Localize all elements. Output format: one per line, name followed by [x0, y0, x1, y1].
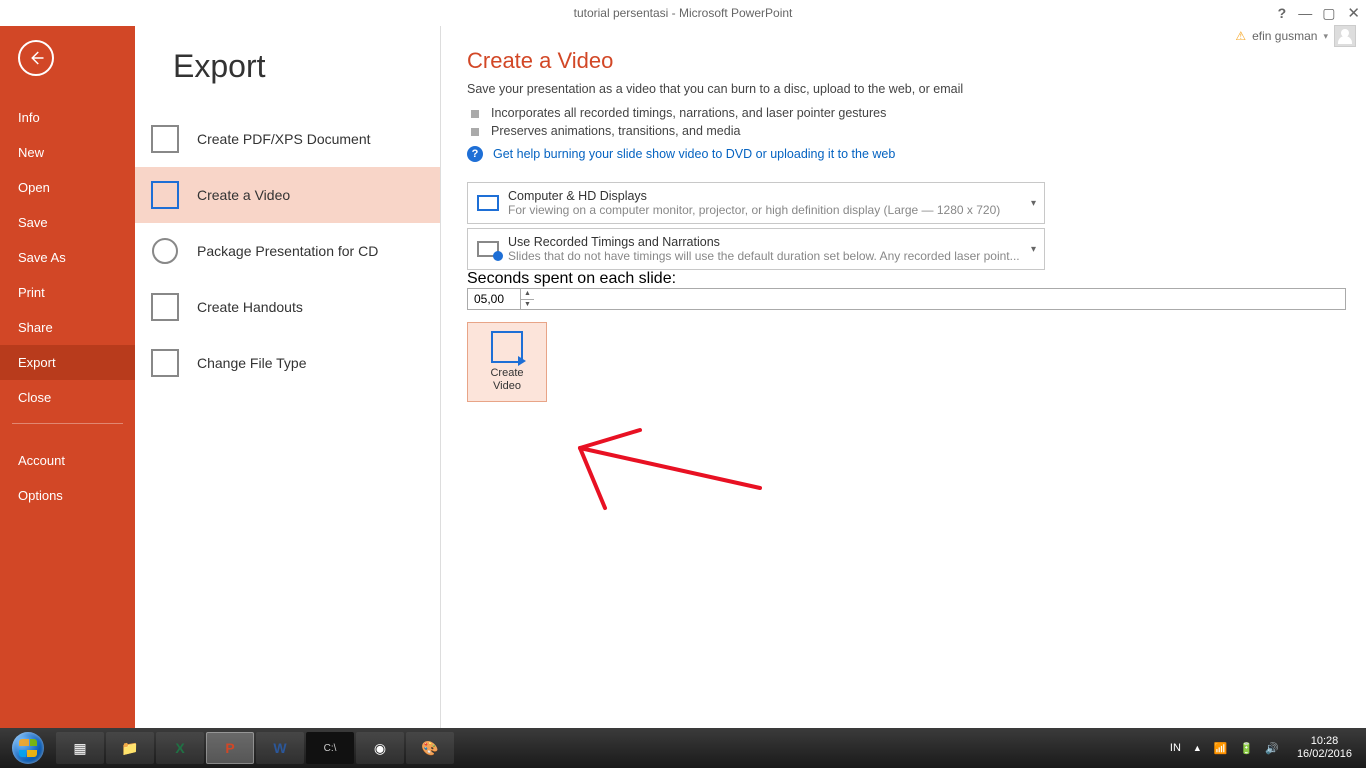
dropdown-title: Use Recorded Timings and Narrations	[508, 235, 1044, 249]
export-option-label: Create Handouts	[197, 299, 303, 315]
backstage-sidebar: Info New Open Save Save As Print Share E…	[0, 26, 135, 728]
taskbar-cmd[interactable]: C:\	[306, 732, 354, 764]
export-option-handouts[interactable]: Create Handouts	[135, 279, 440, 335]
sidebar-item-print[interactable]: Print	[0, 275, 135, 310]
export-option-pdf[interactable]: Create PDF/XPS Document	[135, 111, 440, 167]
windows-orb-icon	[12, 732, 44, 764]
network-icon[interactable]: 📶	[1214, 742, 1228, 755]
back-button[interactable]	[18, 40, 54, 76]
dropdown-title: Computer & HD Displays	[508, 189, 1044, 203]
detail-description: Save your presentation as a video that y…	[467, 82, 1346, 96]
sidebar-item-options[interactable]: Options	[0, 478, 135, 513]
taskbar-paint[interactable]: 🎨	[406, 732, 454, 764]
page-title: Export	[173, 48, 440, 85]
input-language[interactable]: IN	[1170, 742, 1181, 754]
handouts-icon	[149, 291, 181, 323]
cd-icon	[149, 235, 181, 267]
window-title: tutorial persentasi - Microsoft PowerPoi…	[0, 6, 1366, 20]
dropdown-subtitle: For viewing on a computer monitor, proje…	[508, 203, 1044, 217]
export-option-label: Create a Video	[197, 187, 290, 203]
export-option-package-cd[interactable]: Package Presentation for CD	[135, 223, 440, 279]
volume-icon[interactable]: 🔊	[1265, 742, 1279, 755]
start-button[interactable]	[4, 728, 52, 768]
sidebar-item-share[interactable]: Share	[0, 310, 135, 345]
tray-chevron-icon[interactable]: ▲	[1193, 743, 1202, 753]
sidebar-item-account[interactable]: Account	[0, 443, 135, 478]
warning-icon: ⚠	[1235, 29, 1246, 43]
detail-bullet: Preserves animations, transitions, and m…	[471, 124, 1346, 138]
close-icon[interactable]: ✕	[1347, 4, 1360, 22]
detail-bullet: Incorporates all recorded timings, narra…	[471, 106, 1346, 120]
user-menu-chevron-icon[interactable]: ▾	[1323, 31, 1328, 42]
filetype-icon	[149, 347, 181, 379]
bullet-icon	[471, 128, 479, 136]
spinner-up-icon[interactable]: ▲	[521, 289, 534, 300]
sidebar-item-saveas[interactable]: Save As	[0, 240, 135, 275]
create-video-label: Create Video	[490, 367, 523, 393]
battery-icon[interactable]: 🔋	[1240, 742, 1254, 755]
detail-title: Create a Video	[467, 48, 1346, 74]
sidebar-item-open[interactable]: Open	[0, 170, 135, 205]
taskbar-powerpoint[interactable]: P	[206, 732, 254, 764]
taskbar-chrome[interactable]: ◉	[356, 732, 404, 764]
taskbar-app-grid[interactable]: ▦	[56, 732, 104, 764]
timings-dropdown[interactable]: Use Recorded Timings and Narrations Slid…	[467, 228, 1045, 270]
help-icon[interactable]: ?	[1278, 5, 1287, 21]
film-audio-icon	[468, 229, 508, 269]
sidebar-item-info[interactable]: Info	[0, 100, 135, 135]
export-option-label: Change File Type	[197, 355, 306, 371]
pdf-icon	[149, 123, 181, 155]
taskbar-explorer[interactable]: 📁	[106, 732, 154, 764]
seconds-spinner[interactable]: ▲ ▼	[467, 288, 1346, 310]
avatar[interactable]	[1334, 25, 1356, 47]
taskbar-word[interactable]: W	[256, 732, 304, 764]
arrow-left-icon	[27, 49, 45, 67]
sidebar-item-save[interactable]: Save	[0, 205, 135, 240]
help-link[interactable]: Get help burning your slide show video t…	[493, 147, 895, 161]
sidebar-item-close[interactable]: Close	[0, 380, 135, 415]
video-quality-dropdown[interactable]: Computer & HD Displays For viewing on a …	[467, 182, 1045, 224]
create-video-icon	[491, 331, 523, 363]
export-option-change-type[interactable]: Change File Type	[135, 335, 440, 391]
taskbar-clock[interactable]: 10:28 16/02/2016	[1291, 733, 1358, 763]
dropdown-subtitle: Slides that do not have timings will use…	[508, 249, 1044, 263]
video-icon	[149, 179, 181, 211]
chevron-down-icon: ▾	[1031, 244, 1036, 255]
taskbar-excel[interactable]: X	[156, 732, 204, 764]
seconds-input[interactable]	[468, 289, 520, 309]
monitor-icon	[468, 183, 508, 223]
user-name[interactable]: efin gusman	[1252, 29, 1317, 43]
export-option-list: Create PDF/XPS Document Create a Video P…	[135, 111, 440, 391]
export-option-video[interactable]: Create a Video	[135, 167, 440, 223]
chevron-down-icon: ▾	[1031, 198, 1036, 209]
minimize-icon[interactable]: —	[1298, 5, 1310, 21]
seconds-label: Seconds spent on each slide:	[467, 270, 676, 287]
create-video-button[interactable]: Create Video	[467, 322, 547, 402]
export-option-label: Create PDF/XPS Document	[197, 131, 371, 147]
export-option-label: Package Presentation for CD	[197, 243, 378, 259]
bullet-icon	[471, 110, 479, 118]
restore-icon[interactable]: ▢	[1322, 5, 1335, 22]
sidebar-item-new[interactable]: New	[0, 135, 135, 170]
help-circle-icon: ?	[467, 146, 483, 162]
taskbar: ▦ 📁 X P W C:\ ◉ 🎨 IN ▲ 📶 🔋 🔊 10:28 16/02…	[0, 728, 1366, 768]
sidebar-item-export[interactable]: Export	[0, 345, 135, 380]
spinner-down-icon[interactable]: ▼	[521, 300, 534, 310]
